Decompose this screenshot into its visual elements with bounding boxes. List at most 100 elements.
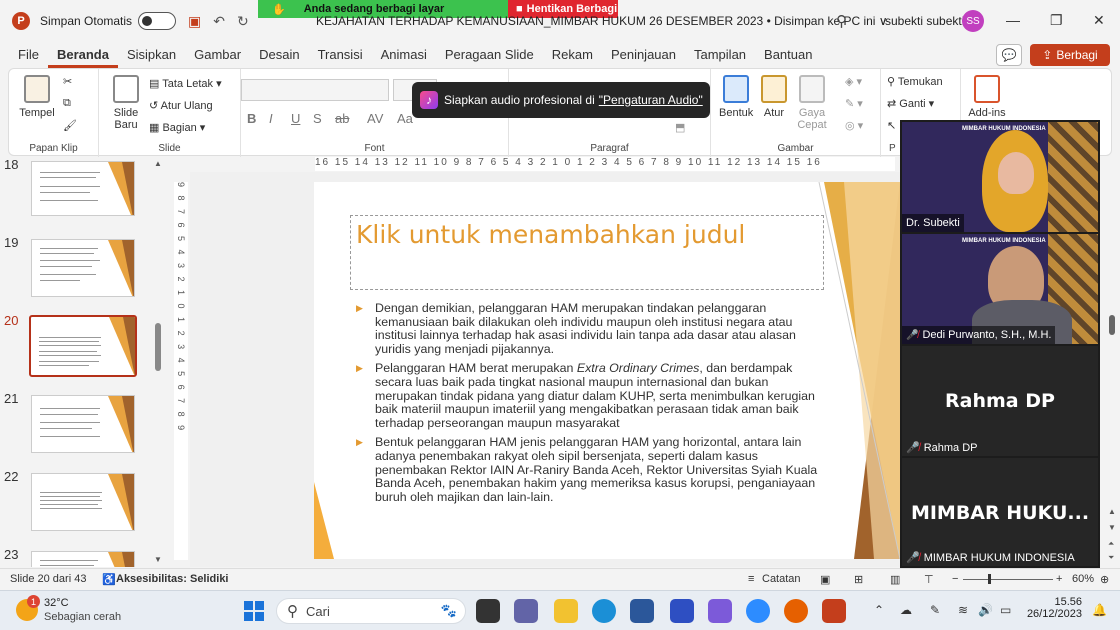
zoom-slider[interactable] <box>963 579 1053 580</box>
zoom-slider-knob[interactable] <box>988 574 991 584</box>
paste-button[interactable]: Tempel <box>17 75 57 119</box>
search-icon[interactable]: ⚲ <box>836 12 847 30</box>
shapes-button[interactable]: Bentuk <box>719 75 753 119</box>
cut-icon[interactable]: ✂ <box>63 75 72 88</box>
title-placeholder[interactable]: Klik untuk menambahkan judul <box>350 215 824 290</box>
zoom-out-button[interactable]: − <box>952 573 958 585</box>
close-button[interactable]: ✕ <box>1093 12 1105 29</box>
reading-view-icon[interactable]: ▥ <box>890 573 900 586</box>
chat-icon[interactable] <box>514 599 538 623</box>
strikethrough-icon[interactable]: ab <box>335 111 349 126</box>
editor-scrollbar[interactable]: ▲ ▼ ⏶ ⏷ <box>1104 157 1120 567</box>
thumbnail-18[interactable]: 18 <box>0 157 150 219</box>
tab-draw[interactable]: Gambar <box>185 42 250 68</box>
tab-slideshow[interactable]: Peragaan Slide <box>436 42 543 68</box>
audio-settings-link[interactable]: "Pengaturan Audio" <box>599 93 703 107</box>
slide-sorter-icon[interactable]: ⊞ <box>854 573 863 586</box>
scrollbar-thumb[interactable] <box>1109 315 1115 335</box>
scroll-up-icon[interactable]: ▲ <box>1108 507 1116 516</box>
scroll-down-icon[interactable]: ▼ <box>154 555 162 564</box>
thumbnail-22[interactable]: 22 <box>0 469 150 531</box>
normal-view-icon[interactable]: ▣ <box>820 573 830 586</box>
previous-slide-icon[interactable]: ⏶ <box>1108 539 1114 549</box>
redo-icon[interactable]: ↻ <box>237 13 249 30</box>
battery-icon[interactable]: ▭ <box>1000 603 1011 617</box>
share-button[interactable]: ⇪ Berbagi <box>1030 44 1110 66</box>
clock[interactable]: 15.56 26/12/2023 <box>1026 596 1082 620</box>
file-explorer-icon[interactable] <box>554 599 578 623</box>
accessibility-icon[interactable]: ♿ <box>102 573 116 586</box>
reset-button[interactable]: ↺ Atur Ulang <box>149 99 213 112</box>
tab-help[interactable]: Bantuan <box>755 42 821 68</box>
scroll-down-icon[interactable]: ▼ <box>1108 523 1116 532</box>
task-view-icon[interactable] <box>476 599 500 623</box>
windows-start-icon[interactable] <box>244 601 264 621</box>
weather-temperature[interactable]: 32°C <box>44 597 69 609</box>
autosave-toggle[interactable] <box>138 12 177 30</box>
spacing-icon[interactable]: AV <box>367 111 383 126</box>
tab-insert[interactable]: Sisipkan <box>118 42 185 68</box>
copilot-icon[interactable] <box>708 599 732 623</box>
font-name-field[interactable] <box>241 79 389 101</box>
tab-view[interactable]: Tampilan <box>685 42 755 68</box>
convert-smartart-icon[interactable]: ⬒ <box>675 121 685 134</box>
chevron-up-icon[interactable]: ⌃ <box>874 603 884 617</box>
notes-icon[interactable]: ≡ <box>748 573 754 585</box>
find-button[interactable]: ⚲ Temukan <box>887 75 943 88</box>
addins-button[interactable]: Add-ins <box>967 75 1007 119</box>
minimize-button[interactable]: — <box>1006 12 1020 28</box>
shape-effects-icon[interactable]: ◎ ▾ <box>845 119 863 132</box>
notification-bell-icon[interactable]: 🔔 <box>1092 603 1107 617</box>
replace-button[interactable]: ⇄ Ganti ▾ <box>887 97 934 110</box>
weather-description[interactable]: Sebagian cerah <box>44 611 121 623</box>
presenter-view-icon[interactable]: ⊤ <box>924 573 934 586</box>
tab-transitions[interactable]: Transisi <box>309 42 372 68</box>
restore-button[interactable]: ❐ <box>1050 12 1063 29</box>
comments-button[interactable]: 💬 <box>996 44 1022 66</box>
zoom-level[interactable]: 60% <box>1072 573 1094 585</box>
tab-design[interactable]: Desain <box>250 42 308 68</box>
copy-icon[interactable]: ⧉ <box>63 97 71 110</box>
tab-record[interactable]: Rekam <box>543 42 602 68</box>
underline-icon[interactable]: U <box>291 111 300 126</box>
thumbnail-scrollbar[interactable]: ▲ ▼ <box>152 157 164 567</box>
firefox-icon[interactable] <box>784 599 808 623</box>
avatar[interactable]: SS <box>962 10 984 32</box>
scrollbar-thumb[interactable] <box>155 323 161 371</box>
thumbnail-21[interactable]: 21 <box>0 391 150 453</box>
thumbnail-20[interactable]: 20 <box>0 313 150 377</box>
save-icon[interactable]: ▣ <box>188 13 201 30</box>
zoom-in-button[interactable]: + <box>1056 573 1062 585</box>
italic-icon[interactable]: I <box>269 111 273 126</box>
layout-button[interactable]: ▤ Tata Letak ▾ <box>149 77 222 90</box>
thumbnail-19[interactable]: 19 <box>0 235 150 297</box>
shape-fill-icon[interactable]: ◈ ▾ <box>845 75 862 88</box>
fit-slide-icon[interactable]: ⊕ <box>1100 573 1109 586</box>
tab-animations[interactable]: Animasi <box>372 42 436 68</box>
slide-canvas[interactable]: Klik untuk menambahkan judul Dengan demi… <box>314 182 900 559</box>
volume-icon[interactable]: 🔊 <box>978 603 993 617</box>
video-tile-subekti[interactable]: MIMBAR HUKUM INDONESIA Dr. Subekti <box>902 122 1098 232</box>
accessibility-status[interactable]: Aksesibilitas: Selidiki <box>116 573 229 585</box>
format-painter-icon[interactable]: 🖌 <box>63 119 77 132</box>
next-slide-icon[interactable]: ⏷ <box>1108 553 1114 563</box>
pen-icon[interactable]: ✎ <box>930 603 940 617</box>
new-slide-button[interactable]: Slide Baru <box>109 75 143 131</box>
section-button[interactable]: ▦ Bagian ▾ <box>149 121 205 134</box>
store-icon[interactable] <box>630 599 654 623</box>
quick-styles-button[interactable]: Gaya Cepat <box>793 75 831 131</box>
video-tile-dedi[interactable]: MIMBAR HUKUM INDONESIA 🎤̸ Dedi Purwanto, … <box>902 234 1098 344</box>
arrange-button[interactable]: Atur <box>759 75 789 119</box>
edge-browser-icon[interactable] <box>592 599 616 623</box>
zoom-app-icon[interactable] <box>746 599 770 623</box>
user-name[interactable]: subekti subekti <box>885 14 964 28</box>
change-case-icon[interactable]: Aa <box>397 111 413 126</box>
bold-icon[interactable]: B <box>247 111 256 126</box>
tab-home[interactable]: Beranda <box>47 42 118 68</box>
undo-icon[interactable]: ↶ <box>213 13 225 30</box>
document-title[interactable]: KEJAHATAN TERHADAP KEMANUSIAAN_MIMBAR HU… <box>316 14 888 28</box>
video-tile-mimbar-hukum[interactable]: MIMBAR HUKU... 🎤̸ MIMBAR HUKUM INDONESIA <box>902 458 1098 566</box>
cloud-icon[interactable]: ☁ <box>900 603 912 617</box>
app-icon[interactable] <box>670 599 694 623</box>
shape-outline-icon[interactable]: ✎ ▾ <box>845 97 863 110</box>
